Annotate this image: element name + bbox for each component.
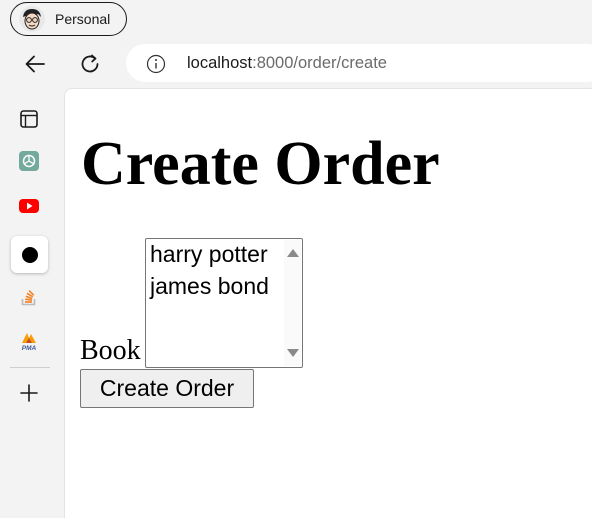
pma-icon: PMA	[22, 333, 37, 352]
sidebar: PMA	[0, 88, 63, 512]
stack-overflow-icon	[21, 290, 36, 306]
back-button[interactable]	[19, 48, 51, 80]
book-option[interactable]: james bond	[150, 271, 269, 301]
svg-text:PMA: PMA	[22, 345, 37, 352]
book-label: Book	[80, 335, 141, 366]
create-order-button[interactable]: Create Order	[80, 369, 254, 408]
plus-icon	[20, 384, 38, 402]
reload-button[interactable]	[74, 48, 106, 80]
sidebar-add-button[interactable]	[12, 376, 46, 410]
sidebar-item-stack-overflow[interactable]	[12, 280, 46, 314]
sidebar-item-pma[interactable]: PMA	[12, 324, 46, 358]
profile-button[interactable]: Personal	[10, 2, 127, 36]
select-scrollbar[interactable]	[284, 240, 301, 366]
avatar-icon	[19, 6, 45, 32]
scroll-up-icon[interactable]	[287, 249, 299, 257]
page-title: Create Order	[81, 130, 440, 198]
info-icon[interactable]	[146, 54, 166, 79]
sidebar-item-active[interactable]	[11, 236, 48, 273]
address-host: localhost	[187, 54, 253, 72]
chatgpt-icon	[19, 151, 39, 171]
sidebar-divider	[10, 367, 50, 368]
arrow-left-icon	[25, 55, 45, 73]
book-option[interactable]: harry potter	[150, 239, 268, 269]
tab-layout-icon	[20, 110, 38, 128]
youtube-icon	[19, 199, 39, 213]
address-bar[interactable]: localhost:8000/order/create	[126, 44, 592, 82]
reload-icon	[81, 54, 99, 73]
sidebar-item-chatgpt[interactable]	[12, 144, 46, 178]
sidebar-item-tabs[interactable]	[12, 102, 46, 136]
address-url: localhost:8000/order/create	[187, 54, 387, 73]
sidebar-item-youtube[interactable]	[12, 189, 46, 223]
book-select[interactable]: harry potter james bond	[145, 238, 303, 368]
page-content: Create Order Book harry potter james bon…	[64, 88, 592, 518]
profile-label: Personal	[55, 11, 111, 27]
address-path: :8000/order/create	[252, 54, 387, 72]
scroll-down-icon[interactable]	[287, 349, 299, 357]
black-dot-icon	[21, 246, 38, 263]
